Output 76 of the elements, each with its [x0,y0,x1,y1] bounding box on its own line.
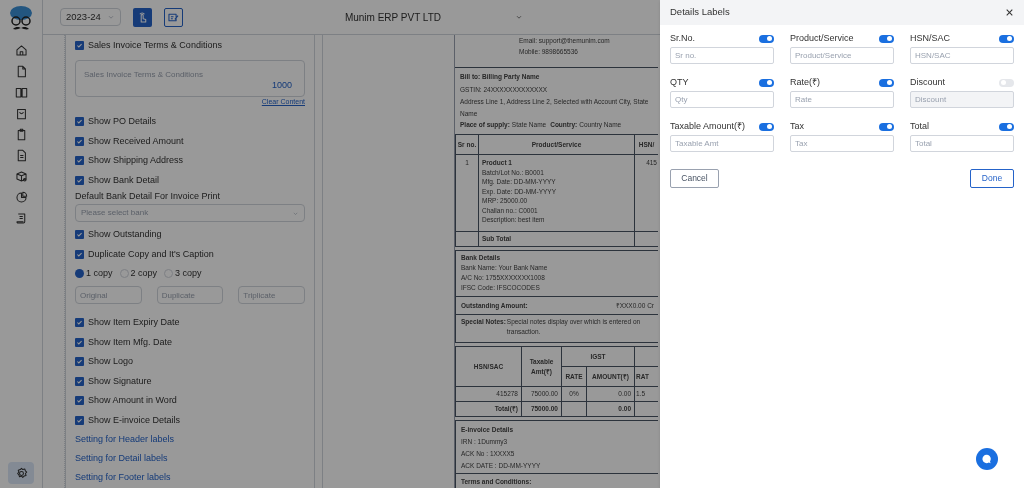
radio-label: 2 copy [130,266,158,280]
toggle-switch[interactable] [879,34,894,43]
toggle-switch[interactable] [879,122,894,131]
radio-option[interactable]: 3 copy [164,266,202,281]
edit-document-icon[interactable] [163,7,183,27]
label-input[interactable]: HSN/SAC [910,47,1014,64]
field-label: Rate(₹) [790,75,820,89]
checkbox-label: Show Item Mfg. Date [88,335,173,349]
checkbox-label: Duplicate Copy and It's Caption [88,247,214,261]
radio-button[interactable] [75,269,84,278]
toggle-switch[interactable] [999,78,1014,87]
field-label: Discount [910,75,945,89]
chevron-down-icon [515,13,523,21]
checkbox[interactable] [75,415,84,425]
field-label: Total [910,119,929,133]
toggle-switch[interactable] [999,34,1014,43]
checkbox-label: Show Logo [88,355,134,368]
label-input[interactable]: Product/Service [790,47,894,64]
checkbox-label: Sales Invoice Terms & Conditions [88,39,222,52]
checkbox[interactable] [75,117,84,127]
touch-hand-icon[interactable] [132,7,152,27]
checkbox-label: Show Signature [88,374,152,388]
toggle-switch[interactable] [999,122,1014,131]
checkbox-label: Show Received Amount [88,134,184,148]
year-dropdown[interactable]: 2023-24 [60,8,121,26]
toggle-switch[interactable] [759,34,774,43]
radio-label: 1 copy [86,266,113,280]
checkbox[interactable] [75,337,84,347]
field-label: Sr.No. [670,31,695,45]
done-button[interactable]: Done [970,169,1014,188]
toggle-switch[interactable] [879,78,894,87]
checkbox-label: Show Amount in Word [88,394,177,407]
field-label: HSN/SAC [910,31,950,45]
label-input[interactable]: Total [910,135,1014,152]
character-counter: 1000 [271,79,292,92]
label-input[interactable]: Tax [790,135,894,152]
settings-link[interactable]: Setting for Detail labels [75,451,168,466]
checkbox-label: Show Item Expiry Date [88,316,180,329]
label-input[interactable]: Rate [790,91,894,108]
checkbox[interactable] [75,249,84,259]
settings-link[interactable]: Setting for Header labels [75,432,175,447]
chevron-down-icon [106,13,115,21]
checkbox-label: Show Shipping Address [88,154,184,167]
field-label: Product/Service [790,31,854,45]
drawer-title: Details Labels [670,5,730,20]
field-label: QTY [670,75,689,89]
checkbox[interactable] [75,396,84,406]
radio-option[interactable]: 2 copy [119,266,158,281]
settings-icon[interactable] [8,462,34,484]
checkbox[interactable] [75,357,84,367]
settings-link[interactable]: Setting for Footer labels [75,470,171,485]
checkbox[interactable] [75,376,84,386]
radio-label: 3 copy [175,266,202,280]
checkbox-label: Show Outstanding [88,228,162,241]
chat-bubble-icon[interactable] [976,448,998,470]
field-label: Tax [790,119,804,133]
checkbox-label: Show E-invoice Details [88,413,181,427]
company-selector[interactable]: Munim ERP PVT LTD [344,9,523,25]
checkbox[interactable] [75,230,84,240]
field-label: Default Bank Detail For Invoice Print [75,190,222,204]
checkbox[interactable] [75,175,84,185]
label-input[interactable]: Qty [670,91,774,108]
close-icon[interactable] [1005,8,1014,17]
toggle-switch[interactable] [759,78,774,87]
checkbox[interactable] [75,156,84,166]
checkbox-label: Show Bank Detail [88,173,160,187]
label-input[interactable]: Sr no. [670,47,774,64]
cancel-button[interactable]: Cancel [670,169,719,188]
checkbox-label: Show PO Details [88,115,157,128]
field-label: Taxable Amount(₹) [670,119,746,133]
label-input[interactable]: Taxable Amt [670,135,774,152]
radio-option[interactable]: 1 copy [75,266,113,281]
checkbox[interactable] [75,41,84,51]
checkbox[interactable] [75,136,84,146]
toggle-switch[interactable] [759,122,774,131]
checkbox[interactable] [75,318,84,328]
